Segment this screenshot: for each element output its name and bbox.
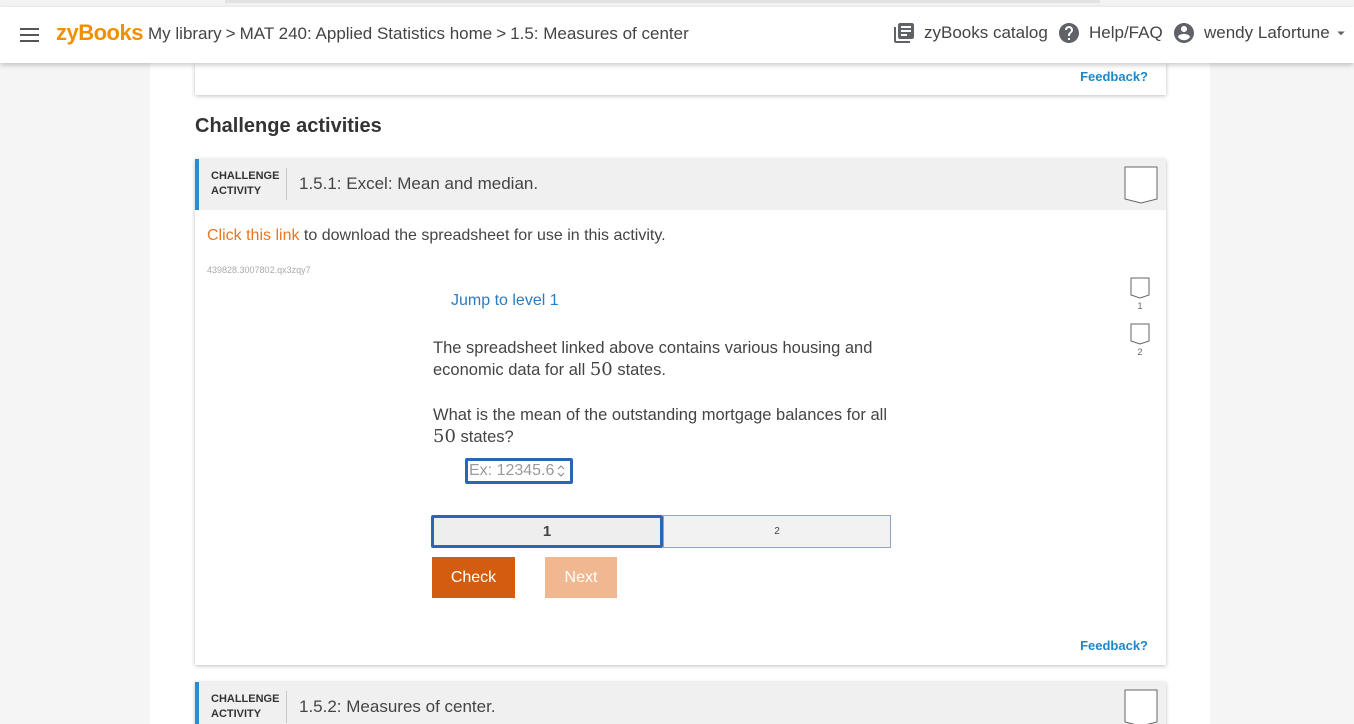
completion-badge-icon — [1130, 323, 1150, 345]
next-button[interactable]: Next — [545, 557, 617, 598]
tag-line: ACTIVITY — [211, 708, 262, 720]
question-text: What is the mean of the outstanding mort… — [433, 406, 888, 424]
spinner-arrows-icon[interactable] — [557, 464, 565, 478]
catalog-label: zyBooks catalog — [924, 23, 1048, 42]
section-title: Challenge activities — [195, 115, 382, 137]
challenge-activity-header: CHALLENGE ACTIVITY 1.5.2: Measures of ce… — [195, 682, 1166, 724]
tag-line: CHALLENGE — [211, 693, 280, 705]
breadcrumb-separator: > — [496, 24, 507, 43]
challenge-activity-card: CHALLENGE ACTIVITY 1.5.1: Excel: Mean an… — [195, 159, 1166, 665]
level-badge-number: 2 — [1137, 347, 1143, 357]
level-tab-1[interactable]: 1 — [431, 515, 663, 548]
zybooks-logo[interactable]: zyBooks — [56, 20, 143, 46]
challenge-activity-card: CHALLENGE ACTIVITY 1.5.2: Measures of ce… — [195, 682, 1166, 724]
breadcrumb-course[interactable]: MAT 240: Applied Statistics home — [240, 24, 493, 43]
math-number: 50 — [589, 359, 613, 380]
breadcrumb: My library > MAT 240: Applied Statistics h… — [148, 24, 689, 44]
help-label: Help/FAQ — [1089, 23, 1163, 42]
catalog-link[interactable]: zyBooks catalog — [892, 21, 1048, 45]
top-scroll-bar — [225, 0, 1100, 3]
header-divider — [286, 168, 287, 200]
user-menu[interactable]: wendy Lafortune — [1172, 21, 1350, 45]
header-divider — [286, 691, 287, 723]
previous-activity-card: Feedback? — [195, 63, 1166, 95]
question-context: The spreadsheet linked above contains va… — [433, 337, 893, 381]
breadcrumb-separator: > — [225, 24, 236, 43]
browser-top-strip — [0, 0, 1354, 7]
question-text: states? — [455, 428, 514, 446]
challenge-activity-tag: CHALLENGE ACTIVITY — [211, 169, 279, 199]
account-icon — [1174, 23, 1194, 43]
challenge-activity-header: CHALLENGE ACTIVITY 1.5.1: Excel: Mean an… — [195, 159, 1166, 210]
level-tabs: 1 2 — [431, 515, 891, 548]
download-instructions: Click this link to download the spreadsh… — [207, 227, 666, 245]
level-tab-2[interactable]: 2 — [663, 515, 891, 548]
tag-line: ACTIVITY — [211, 185, 262, 197]
completion-badge-icon — [1124, 166, 1158, 204]
caret-down-icon — [1336, 31, 1345, 36]
breadcrumb-section[interactable]: 1.5: Measures of center — [510, 24, 689, 43]
user-name: wendy Lafortune — [1204, 23, 1330, 42]
level-badge-number: 1 — [1137, 301, 1143, 311]
completion-badge-icon — [1124, 689, 1158, 724]
question-text: states. — [612, 361, 666, 379]
completion-badge-icon — [1130, 277, 1150, 299]
feedback-link[interactable]: Feedback? — [1080, 69, 1148, 84]
activity-title: 1.5.1: Excel: Mean and median. — [299, 174, 539, 193]
level-badge-1[interactable]: 1 — [1130, 277, 1150, 311]
download-link[interactable]: Click this link — [207, 227, 299, 244]
jump-to-level-link[interactable]: Jump to level 1 — [451, 292, 559, 310]
check-button[interactable]: Check — [432, 557, 515, 598]
instructions-text: to download the spreadsheet for use in t… — [299, 227, 666, 244]
library-icon — [894, 23, 914, 43]
question-prompt: What is the mean of the outstanding mort… — [433, 404, 893, 448]
answer-input[interactable] — [468, 461, 554, 481]
math-number: 50 — [433, 426, 456, 447]
challenge-activity-tag: CHALLENGE ACTIVITY — [211, 692, 279, 722]
level-badge-2[interactable]: 2 — [1130, 323, 1150, 357]
tag-line: CHALLENGE — [211, 170, 280, 182]
activity-id: 439828.3007802.qx3zqy7 — [207, 265, 311, 275]
menu-icon[interactable] — [19, 25, 41, 45]
help-icon — [1059, 23, 1079, 43]
breadcrumb-my-library[interactable]: My library — [148, 24, 222, 43]
top-navigation-bar: zyBooks My library > MAT 240: Applied Stat… — [0, 7, 1354, 63]
activity-title: 1.5.2: Measures of center. — [299, 697, 496, 716]
help-link[interactable]: Help/FAQ — [1057, 21, 1163, 45]
feedback-link[interactable]: Feedback? — [1080, 638, 1148, 653]
answer-field[interactable] — [465, 458, 573, 484]
